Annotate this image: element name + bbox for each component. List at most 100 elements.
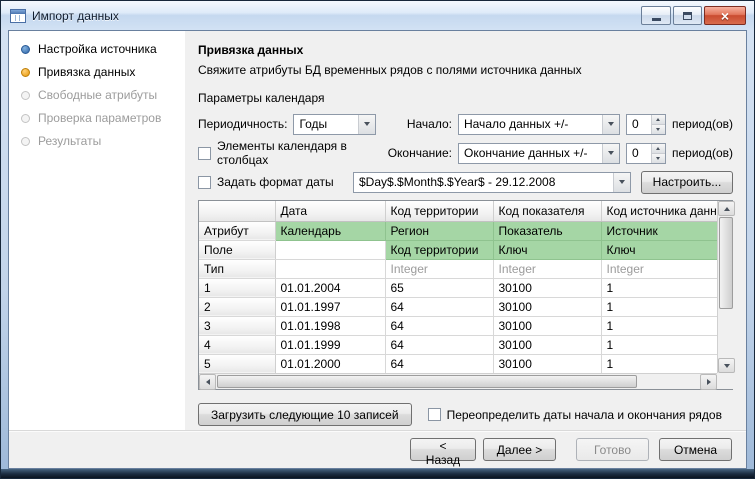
data-cell[interactable]: 30100 [493, 354, 602, 374]
data-cell[interactable]: 30100 [493, 316, 602, 336]
data-cell[interactable]: 01.01.1998 [275, 316, 386, 336]
mapping-cell[interactable]: Источник [601, 221, 718, 241]
checkbox-box[interactable] [198, 146, 211, 160]
type-cell: Integer [493, 259, 602, 279]
periodicity-row: Периодичность: Годы Начало: Начало данны… [198, 113, 733, 135]
data-cell[interactable]: 65 [385, 278, 494, 298]
start-offset-spinner[interactable]: 0 [625, 113, 666, 135]
dropdown-button[interactable] [601, 114, 619, 134]
data-cell[interactable]: 30100 [493, 335, 602, 355]
data-cell[interactable]: 64 [385, 354, 494, 374]
checkbox-label: Задать формат даты [217, 175, 334, 189]
spin-down-button[interactable] [651, 152, 665, 163]
cancel-button[interactable]: Отмена [659, 438, 732, 461]
data-cell[interactable]: 1 [601, 335, 718, 355]
checkbox-label: Переопределить даты начала и окончания р… [446, 407, 722, 422]
spin-down-button[interactable] [651, 123, 665, 134]
window-title: Импорт данных [32, 8, 119, 23]
load-next-records-button[interactable]: Загрузить следующие 10 записей [198, 403, 412, 426]
date-format-checkbox[interactable]: Задать формат даты [198, 175, 334, 189]
row-header[interactable]: 4 [199, 335, 276, 355]
data-cell[interactable]: 01.01.2000 [275, 354, 386, 374]
row-header[interactable]: Поле [199, 240, 276, 260]
sidebar-item-source-setup[interactable]: Настройка источника [21, 42, 179, 56]
row-header[interactable]: Атрибут [199, 221, 276, 241]
columns-row: Элементы календаря в столбцах Окончание:… [198, 139, 733, 167]
next-button[interactable]: Далее > [483, 438, 556, 461]
date-format-select[interactable]: $Day$.$Month$.$Year$ - 29.12.2008 [353, 171, 631, 193]
dropdown-button[interactable] [601, 143, 619, 163]
data-cell[interactable]: 30100 [493, 297, 602, 317]
close-button[interactable]: × [704, 6, 746, 25]
data-cell[interactable]: 1 [601, 354, 718, 374]
scroll-up-button[interactable] [718, 201, 735, 216]
column-header[interactable]: Код территории [385, 201, 494, 222]
close-icon: × [720, 7, 730, 24]
mapping-cell[interactable]: Ключ [493, 240, 602, 260]
data-cell[interactable]: 64 [385, 335, 494, 355]
titlebar[interactable]: Импорт данных × [1, 1, 754, 30]
row-header[interactable]: 2 [199, 297, 276, 317]
maximize-button[interactable] [673, 6, 702, 25]
minimize-button[interactable] [641, 6, 671, 25]
scroll-right-icon [706, 379, 711, 385]
table-row: 2 01.01.1997 64 30100 1 [199, 297, 718, 317]
table-horizontal-scrollbar[interactable] [199, 373, 717, 390]
end-select[interactable]: Окончание данных +/- [457, 142, 620, 164]
data-cell[interactable]: 30100 [493, 278, 602, 298]
checkbox-box[interactable] [198, 175, 211, 189]
calendar-columns-checkbox[interactable]: Элементы календаря в столбцах [198, 139, 376, 167]
data-cell[interactable]: 64 [385, 297, 494, 317]
configure-button[interactable]: Настроить... [641, 170, 733, 194]
scroll-left-button[interactable] [199, 374, 216, 390]
horizontal-scroll-thumb[interactable] [217, 375, 637, 388]
data-cell[interactable]: 01.01.1997 [275, 297, 386, 317]
row-header[interactable]: 3 [199, 316, 276, 336]
dropdown-button[interactable] [613, 172, 630, 192]
sidebar-item-data-binding[interactable]: Привязка данных [21, 65, 179, 79]
page-subtitle: Свяжите атрибуты БД временных рядов с по… [198, 63, 582, 77]
table-vertical-scrollbar[interactable] [717, 201, 735, 373]
periodicity-select[interactable]: Годы [293, 113, 376, 135]
wizard-footer: < Назад Далее > Готово Отмена [9, 430, 746, 468]
mapping-cell[interactable]: Ключ [601, 240, 718, 260]
checkbox-box[interactable] [427, 408, 441, 421]
data-cell[interactable]: 01.01.1999 [275, 335, 386, 355]
row-header[interactable]: 5 [199, 354, 276, 374]
end-offset-value[interactable]: 0 [627, 144, 651, 163]
end-offset-spinner[interactable]: 0 [625, 142, 666, 164]
mapping-cell[interactable] [275, 240, 386, 260]
dropdown-button[interactable] [357, 114, 375, 134]
column-header[interactable]: Дата [275, 201, 386, 222]
mapping-cell[interactable]: Показатель [493, 221, 602, 241]
scroll-right-button[interactable] [700, 374, 717, 390]
override-dates-checkbox[interactable]: Переопределить даты начала и окончания р… [427, 407, 722, 422]
scroll-down-button[interactable] [718, 358, 735, 373]
start-offset-value[interactable]: 0 [627, 115, 651, 134]
data-cell[interactable]: 01.01.2004 [275, 278, 386, 298]
row-header[interactable]: Тип [199, 259, 276, 279]
vertical-scroll-thumb[interactable] [719, 217, 733, 309]
wizard-dialog: Настройка источника Привязка данных Своб… [8, 30, 747, 469]
step-done-icon [21, 44, 30, 54]
mapping-cell[interactable]: Календарь [275, 221, 386, 241]
data-cell[interactable]: 64 [385, 316, 494, 336]
spin-up-button[interactable] [651, 114, 665, 124]
column-header[interactable]: Код показателя [493, 201, 602, 222]
column-header[interactable]: Код источника данных [601, 201, 718, 222]
chevron-down-icon [363, 122, 370, 126]
data-cell[interactable]: 1 [601, 278, 718, 298]
mapping-cell[interactable]: Код территории [385, 240, 494, 260]
vertical-scroll-track[interactable] [718, 216, 734, 358]
mapping-cell[interactable]: Регион [385, 221, 494, 241]
back-button[interactable]: < Назад [410, 438, 476, 467]
sidebar-item-results: Результаты [21, 134, 179, 148]
data-cell[interactable]: 1 [601, 316, 718, 336]
start-select[interactable]: Начало данных +/- [457, 113, 620, 135]
row-header[interactable]: 1 [199, 278, 276, 298]
scroll-left-icon [205, 379, 210, 385]
data-cell[interactable]: 1 [601, 297, 718, 317]
type-cell: Integer [385, 259, 494, 279]
spin-up-button[interactable] [651, 143, 665, 153]
horizontal-scroll-track[interactable] [216, 374, 700, 389]
